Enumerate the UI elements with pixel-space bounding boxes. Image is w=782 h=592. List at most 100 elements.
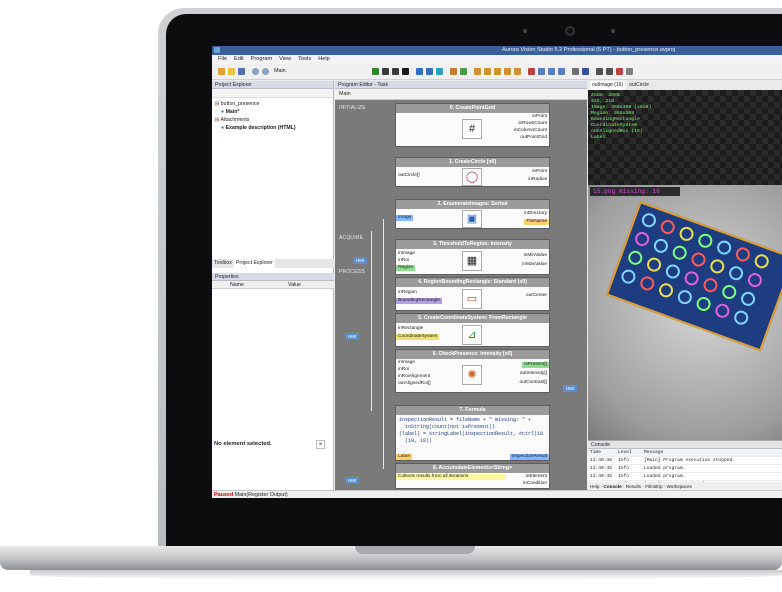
tab-help[interactable]: Help (590, 484, 599, 489)
worker-select[interactable]: Main (274, 68, 286, 74)
camera-icon[interactable] (626, 68, 633, 75)
output-port[interactable]: outArray (527, 488, 549, 489)
input-port[interactable]: inImage (396, 251, 417, 257)
output-port[interactable]: outContrast[] (518, 380, 549, 386)
tools-icon[interactable] (450, 68, 457, 75)
tree-item-project[interactable]: ⊟ button_presence (215, 100, 330, 108)
new-project-icon[interactable] (218, 68, 225, 75)
pen-icon[interactable] (616, 68, 623, 75)
formula-node[interactable]: 7. Formula inspectionResult = fileName +… (395, 405, 550, 461)
layout-b-icon[interactable] (538, 68, 545, 75)
filter-node[interactable]: 0. CreatePointGrid # inPoint inRowsCount… (395, 103, 550, 147)
filter-a-icon[interactable] (474, 68, 481, 75)
output-port[interactable]: outIntensity[] (518, 371, 549, 377)
input-port[interactable]: outCircle[] (396, 173, 422, 179)
tab-outcircle[interactable]: outCircle (629, 81, 649, 90)
tab-results[interactable]: Results (626, 484, 641, 489)
step-over-icon[interactable] (416, 68, 423, 75)
menu-program[interactable]: Program (251, 55, 272, 64)
input-port[interactable]: inRoi (396, 258, 411, 264)
output-port[interactable]: inMinValue (522, 253, 549, 259)
filter-node[interactable]: 2. EnumerateImages: Sorted ▣ Image inDir… (395, 199, 550, 229)
data-preview-viewer[interactable]: outImage (16) outCircle Zoom: 258% 225, 2… (588, 81, 782, 440)
tree-item-description[interactable]: ● Example description (HTML) (215, 124, 330, 132)
console-row[interactable]: 13:40:45 Info Loaded program. (588, 473, 782, 481)
filter-c-icon[interactable] (494, 68, 501, 75)
output-port[interactable]: inCondition (521, 481, 549, 487)
filter-node[interactable]: 1. CreateCircle [x0] ◯ outCircle[] inPoi… (395, 157, 550, 187)
worker-task-select[interactable]: Main (339, 91, 351, 97)
output-port[interactable]: inDirectory (522, 211, 549, 217)
step-icon[interactable] (382, 68, 389, 75)
filter-node[interactable]: 4. RegionBoundingRectangle: Standard (x0… (395, 277, 550, 311)
chart-icon[interactable] (460, 68, 467, 75)
output-port[interactable]: inPoint (530, 169, 549, 175)
filter-node[interactable]: 5. CreateCoordinateSystem: FromRectangle… (395, 313, 550, 347)
input-port[interactable]: Image (396, 215, 414, 221)
close-icon[interactable]: × (316, 440, 325, 449)
hmi-port[interactable]: HMI (345, 333, 359, 340)
tree-item-attachments[interactable]: ⊟ Attachments (215, 116, 330, 124)
input-port[interactable]: inRegion (396, 290, 419, 296)
tab-project-explorer[interactable]: Project Explorer (233, 259, 275, 268)
output-port[interactable]: inElement (524, 474, 549, 480)
menu-file[interactable]: File (218, 55, 227, 64)
tab-outimage[interactable]: outImage (16) (590, 81, 626, 90)
hmi-port[interactable]: HMI (563, 385, 577, 392)
output-port[interactable]: InspectionResult (509, 454, 549, 460)
stop-icon[interactable] (402, 68, 409, 75)
zoom-icon[interactable] (606, 68, 613, 75)
hmi-port[interactable]: HMI (353, 257, 367, 264)
menu-edit[interactable]: Edit (234, 55, 244, 64)
input-port[interactable]: BoundingRectangle (396, 298, 442, 304)
filter-node[interactable]: 3. ThresholdToRegion: Intensity ▦ inImag… (395, 239, 550, 275)
open-icon[interactable] (228, 68, 235, 75)
redo-icon[interactable] (262, 68, 269, 75)
tree-item-main[interactable]: ● Main* (215, 108, 330, 116)
layout-d-icon[interactable] (558, 68, 565, 75)
step-out-icon[interactable] (436, 68, 443, 75)
console-row[interactable]: 13:40:36 Info [Main] Program execution sto… (588, 457, 782, 465)
output-port[interactable]: inMaxValue (520, 262, 549, 268)
save-icon[interactable] (238, 68, 245, 75)
filter-node[interactable]: 6. CheckPresence: Intensity [x0] ✺ inIma… (395, 349, 550, 393)
output-port[interactable]: FileName (524, 219, 549, 225)
filter-e-icon[interactable] (514, 68, 521, 75)
filter-d-icon[interactable] (504, 68, 511, 75)
input-port[interactable]: CoordinateSystem (396, 334, 440, 340)
filter-b-icon[interactable] (484, 68, 491, 75)
pause-icon[interactable] (392, 68, 399, 75)
tab-console[interactable]: Console (604, 484, 622, 489)
hmi-port[interactable]: HMI (345, 477, 359, 484)
input-port[interactable]: inRoiAlignment (396, 374, 432, 380)
menu-view[interactable]: View (279, 55, 291, 64)
menu-tools[interactable]: Tools (298, 55, 311, 64)
output-port[interactable]: inRowsCount (516, 121, 549, 127)
undo-icon[interactable] (252, 68, 259, 75)
input-port[interactable]: outAlignedRoi[] (396, 381, 433, 387)
output-port[interactable]: inRadius (526, 177, 549, 183)
layout-a-icon[interactable] (528, 68, 535, 75)
tab-workspaces[interactable]: Workspaces (667, 484, 692, 489)
input-port[interactable]: inRoi (396, 367, 411, 373)
run-icon[interactable] (372, 68, 379, 75)
step-into-icon[interactable] (426, 68, 433, 75)
input-port[interactable]: inRectangle (396, 326, 425, 332)
formula-code[interactable]: inspectionResult = fileName + " missing:… (396, 415, 549, 447)
filter-node[interactable]: 8. AccumulateElements<String> Collects r… (395, 463, 550, 489)
output-port[interactable]: inColumnCount (512, 128, 549, 134)
output-port[interactable]: isPresent[] (522, 362, 549, 368)
input-port[interactable]: Label (396, 454, 412, 460)
output-port[interactable]: outPointGrid (518, 135, 549, 141)
input-port[interactable]: inImage (396, 360, 417, 366)
layout-c-icon[interactable] (548, 68, 555, 75)
console-row[interactable]: 13:40:45 Info Loaded program. (588, 465, 782, 473)
output-port[interactable]: inPoint (530, 114, 549, 120)
mail-icon[interactable] (572, 68, 579, 75)
tab-toolbox[interactable]: Toolbox (214, 259, 232, 268)
tab-filmstrip[interactable]: Filmstrip (645, 484, 662, 489)
help-icon[interactable] (582, 68, 589, 75)
pointer-icon[interactable] (596, 68, 603, 75)
input-port[interactable]: Region (396, 265, 416, 271)
output-port[interactable]: outCenter (524, 293, 549, 299)
